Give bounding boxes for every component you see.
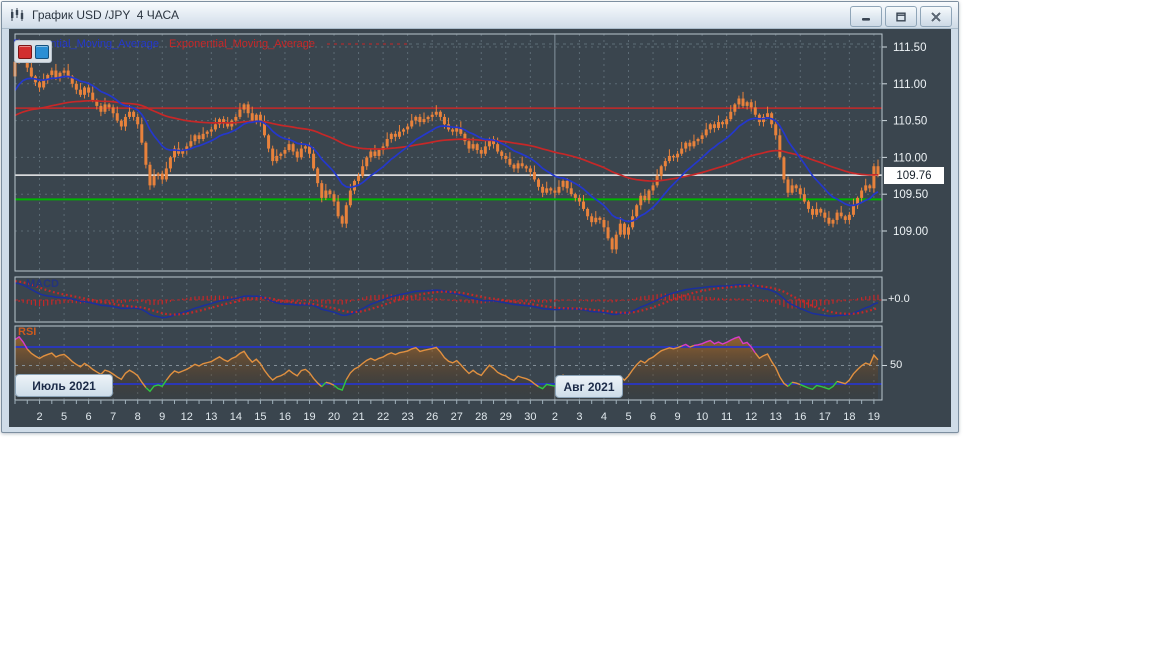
svg-text:12: 12 [181,411,193,423]
svg-text:111.50: 111.50 [893,42,926,54]
minimize-button[interactable] [850,6,882,27]
svg-text:17: 17 [819,411,831,423]
svg-text:12: 12 [745,411,757,423]
svg-text:28: 28 [475,411,487,423]
macd-panel-label: MACD [26,278,59,290]
svg-text:19: 19 [868,411,880,423]
indicator-toggle-red-button[interactable] [17,44,32,59]
chart-client-area: Exponential_Moving_Average Exponential_M… [9,29,951,427]
svg-text:6: 6 [650,411,656,423]
svg-text:10: 10 [696,411,708,423]
svg-text:30: 30 [524,411,536,423]
minimize-icon [862,17,870,21]
svg-text:20: 20 [328,411,340,423]
svg-text:16: 16 [279,411,291,423]
svg-text:110.00: 110.00 [893,152,927,164]
svg-text:19: 19 [303,411,315,423]
window-title: График USD /JPY 4 ЧАСА [32,8,179,22]
svg-text:8: 8 [135,411,141,423]
indicator-toggle-blue-button[interactable] [34,44,49,59]
close-icon [931,11,941,22]
indicator-legend: Exponential_Moving_Average Exponential_M… [13,38,315,50]
svg-text:27: 27 [451,411,463,423]
rsi-panel-label: RSI [18,326,37,338]
ema-slow-legend: Exponential_Moving_Average [169,38,315,50]
svg-text:6: 6 [86,411,92,423]
svg-text:21: 21 [352,411,364,423]
svg-text:4: 4 [601,411,607,423]
svg-text:18: 18 [843,411,855,423]
svg-text:111.00: 111.00 [893,79,926,91]
month-label-july: Июль 2021 [15,374,113,397]
svg-text:110.50: 110.50 [893,116,927,128]
rsi-fifty-axis-label: 50 [890,359,903,371]
current-price-box: 109.76 [884,167,944,184]
svg-text:14: 14 [230,411,242,423]
macd-zero-axis-label: +0.0 [888,293,910,305]
svg-text:26: 26 [426,411,438,423]
svg-text:22: 22 [377,411,389,423]
month-label-august: Авг 2021 [555,375,623,398]
svg-text:5: 5 [625,411,631,423]
svg-text:2: 2 [552,411,558,423]
svg-text:109.00: 109.00 [893,226,928,238]
svg-text:11: 11 [721,411,732,423]
chart-window: График USD /JPY 4 ЧАСА Exponential_Movin… [1,1,959,433]
svg-text:2: 2 [36,411,42,423]
candlestick-chart-icon [11,8,24,21]
close-button[interactable] [920,6,952,27]
svg-text:3: 3 [576,411,582,423]
svg-text:29: 29 [500,411,512,423]
svg-text:5: 5 [61,411,67,423]
restore-icon [896,12,906,21]
restore-button[interactable] [885,6,917,27]
svg-text:16: 16 [794,411,806,423]
svg-text:13: 13 [770,411,782,423]
svg-text:23: 23 [402,411,414,423]
svg-text:109.50: 109.50 [893,189,928,201]
svg-text:15: 15 [254,411,266,423]
svg-text:9: 9 [159,411,165,423]
title-bar[interactable]: График USD /JPY 4 ЧАСА [2,2,958,29]
chart-canvas[interactable]: 111.50 111.00 110.50 110.00 109.50 109.00 2 5 6 7… [9,29,951,427]
svg-text:13: 13 [205,411,217,423]
svg-text:7: 7 [110,411,116,423]
svg-text:9: 9 [675,411,681,423]
indicator-buttons-panel [14,40,52,63]
